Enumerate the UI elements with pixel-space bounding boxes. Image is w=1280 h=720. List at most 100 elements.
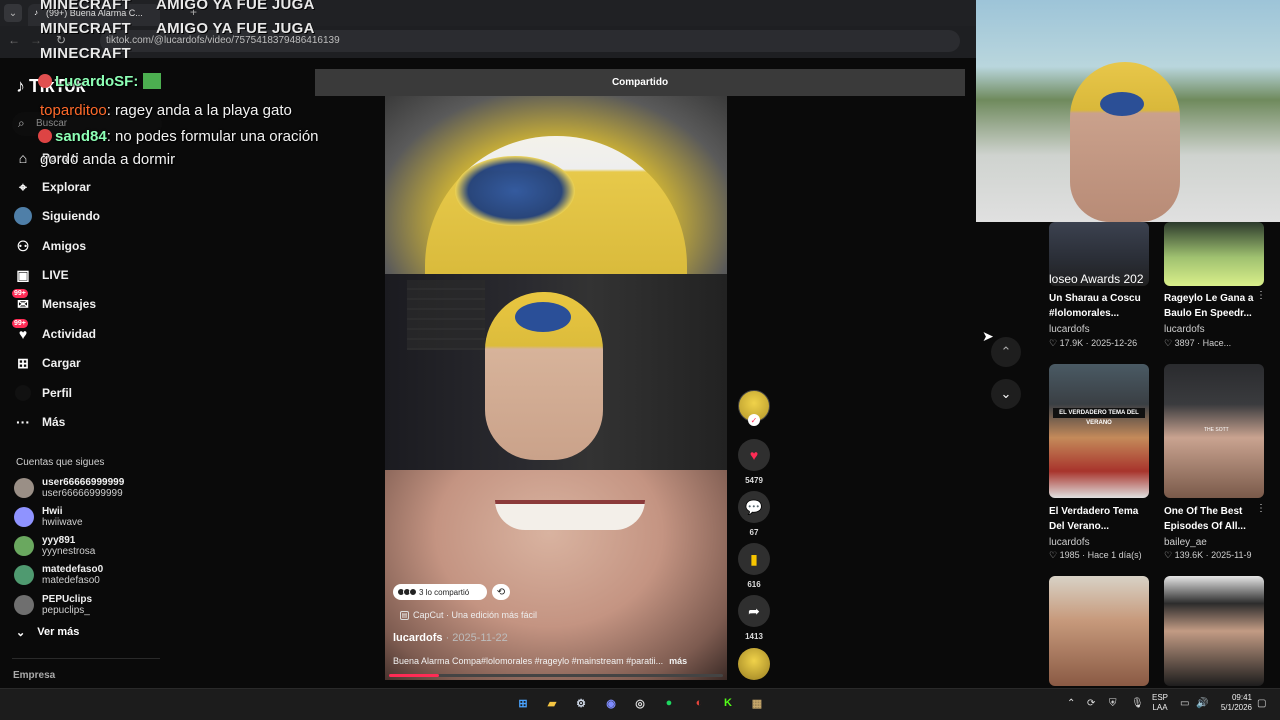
recommended-video-thumbnail[interactable]: loseo Awards 202 (1049, 222, 1149, 286)
sidebar-item-perfil[interactable]: Perfil (14, 380, 72, 406)
input-language[interactable]: ESP LAA (1152, 693, 1168, 713)
beanie-logo (515, 302, 571, 332)
recommended-video-meta: ♡ 139.6K · 2025-11-9 (1164, 550, 1252, 560)
obs-icon[interactable]: ◎ (630, 693, 650, 713)
caption-more-link[interactable]: más (669, 656, 687, 666)
chat-message: LucardoSF: (38, 73, 161, 90)
comment-icon: 💬 (745, 498, 763, 515)
see-more-button[interactable]: ⌄ Ver más (16, 626, 79, 639)
recommended-video-meta: ♡ 1985 · Hace 1 día(s) (1049, 550, 1142, 560)
following-account[interactable]: user66666999999 user66666999999 (14, 475, 124, 501)
more-icon: ··· (16, 414, 30, 430)
following-icon (14, 207, 32, 225)
sidebar-item-explorar[interactable]: ⌖ Explorar (14, 174, 91, 200)
activity-badge: 99+ (12, 319, 28, 328)
system-clock[interactable]: 09:41 5/1/2026 (1212, 693, 1252, 713)
recommended-video-author[interactable]: lucardofs (1164, 324, 1205, 335)
recommended-video-author[interactable]: lucardofs (1049, 324, 1090, 335)
recommended-video-title[interactable]: One Of The Best Episodes Of All... (1164, 504, 1268, 534)
minecraft-icon[interactable]: ▦ (747, 693, 767, 713)
sidebar-item-live[interactable]: ▣ LIVE (14, 262, 68, 288)
sync-icon[interactable]: ⟳ (1087, 698, 1095, 709)
recommended-video-title[interactable]: Rageylo Le Gana a Baulo En Speedr... (1164, 291, 1268, 321)
following-account[interactable]: yyy891 yyynestrosa (14, 533, 95, 559)
shared-header: Compartido (315, 69, 965, 96)
next-video-button[interactable]: ⌄ (991, 379, 1021, 409)
chat-message: gordo anda a dormir (40, 151, 176, 168)
tray-overflow-icon[interactable]: ⌃ (1067, 698, 1075, 709)
recommended-video-thumbnail[interactable]: THE SOTT (1164, 364, 1264, 498)
previous-video-button[interactable]: ⌃ (991, 337, 1021, 367)
volume-icon[interactable]: 🔊 (1196, 698, 1208, 709)
microphone-icon[interactable]: 🎙 (1131, 698, 1144, 709)
start-icon[interactable]: ⊞ (513, 693, 533, 713)
chrome-icon[interactable]: ◐ (689, 693, 709, 713)
overlay-message: AMIGO YA FUE JUGA (156, 20, 315, 37)
following-account[interactable]: Hwii hwiiwave (14, 504, 83, 530)
video-author[interactable]: lucardofs · 2025-11-22 (393, 632, 508, 644)
following-account[interactable]: PEPUclips pepuclips_ (14, 592, 92, 618)
creeper-emote-icon (142, 73, 161, 89)
sidebar-item-amigos[interactable]: ⚇ Amigos (14, 233, 86, 259)
back-icon[interactable]: ← (8, 33, 20, 47)
more-options-icon[interactable]: ⋮ (1256, 290, 1266, 301)
messages-icon: ✉ 99+ (12, 289, 29, 312)
kick-icon[interactable]: K (718, 693, 738, 713)
heart-outline-icon: ♡ (1164, 338, 1173, 348)
share-button[interactable]: ➦ (738, 595, 770, 627)
sidebar-item-mensajes[interactable]: ✉ 99+ Mensajes (12, 289, 96, 317)
followed-check-icon[interactable]: ✓ (748, 414, 760, 426)
tab-search-button[interactable]: ⌄ (4, 4, 22, 22)
mouse-cursor-icon: ➤ (982, 328, 994, 344)
video-progress-bar[interactable] (389, 674, 723, 677)
save-button[interactable]: ▮ (738, 543, 770, 575)
recommended-video-title[interactable]: El Verdadero Tema Del Verano... (1049, 504, 1153, 534)
search-icon: ⌕ (18, 116, 25, 130)
recommended-video-thumbnail[interactable] (1164, 222, 1264, 286)
heart-outline-icon: ♡ (1164, 550, 1173, 560)
like-button[interactable]: ♥ (738, 439, 770, 471)
sidebar-item-cargar[interactable]: ⊞ Cargar (14, 350, 81, 376)
discord-icon[interactable]: ◉ (601, 693, 621, 713)
network-icon[interactable]: ▭ (1180, 698, 1189, 709)
chevron-up-icon: ⌃ (1000, 344, 1012, 359)
sidebar-item-actividad[interactable]: ♥ 99+ Actividad (12, 319, 96, 347)
security-icon[interactable]: ⛨ (1109, 698, 1117, 709)
streamer-webcam-face (1070, 62, 1180, 222)
chat-avatar (38, 74, 52, 88)
shared-avatars (397, 588, 417, 596)
notification-icon[interactable]: ▢ (1257, 698, 1266, 709)
home-icon: ⌂ (18, 150, 28, 166)
repost-icon[interactable]: ⟲ (492, 584, 510, 600)
heart-outline-icon: ♡ (1049, 338, 1058, 348)
video-caption: Buena Alarma Compa#lolomorales #rageylo … (393, 656, 688, 666)
following-account[interactable]: matedefaso0 matedefaso0 (14, 562, 103, 588)
music-disc[interactable] (738, 648, 770, 680)
heart-icon: ♥ (749, 447, 759, 463)
recommended-video-title[interactable]: Un Sharau a Coscu #lolomorales... (1049, 291, 1153, 321)
sidebar-item-mas[interactable]: ··· Más (14, 409, 65, 435)
recommended-video-meta: ♡ 17.9K · 2025-12-26 (1049, 338, 1138, 348)
recommended-video-author[interactable]: bailey_ae (1164, 537, 1207, 548)
company-link[interactable]: Empresa (13, 670, 55, 681)
upload-icon: ⊞ (17, 354, 29, 371)
steam-icon[interactable]: ⚙ (571, 693, 591, 713)
smile-closeup (495, 500, 645, 530)
comment-button[interactable]: 💬 (738, 491, 770, 523)
more-options-icon[interactable]: ⋮ (1256, 503, 1266, 514)
video-frame-bottom (385, 470, 727, 680)
sidebar-item-siguiendo[interactable]: Siguiendo (14, 203, 100, 229)
chevron-down-icon: ⌄ (16, 627, 26, 639)
recommended-video-thumbnail[interactable]: EL VERDADERO TEMA DEL VERANO (1049, 364, 1149, 498)
webcam-overlay (976, 0, 1280, 222)
chat-message: sand84: no podes formular una oración (38, 128, 319, 145)
capcut-icon: ▤ (400, 610, 409, 620)
file-explorer-icon[interactable]: ▰ (542, 693, 562, 713)
capcut-link[interactable]: ▤ CapCut · Una edición más fácil (400, 610, 537, 620)
recommended-video-thumbnail[interactable] (1164, 576, 1264, 686)
recommended-video-author[interactable]: lucardofs (1049, 537, 1090, 548)
shared-by-pill[interactable]: 3 lo compartió (393, 584, 487, 600)
spotify-icon[interactable]: ● (659, 693, 679, 713)
recommended-video-thumbnail[interactable] (1049, 576, 1149, 686)
avatar (14, 565, 34, 585)
